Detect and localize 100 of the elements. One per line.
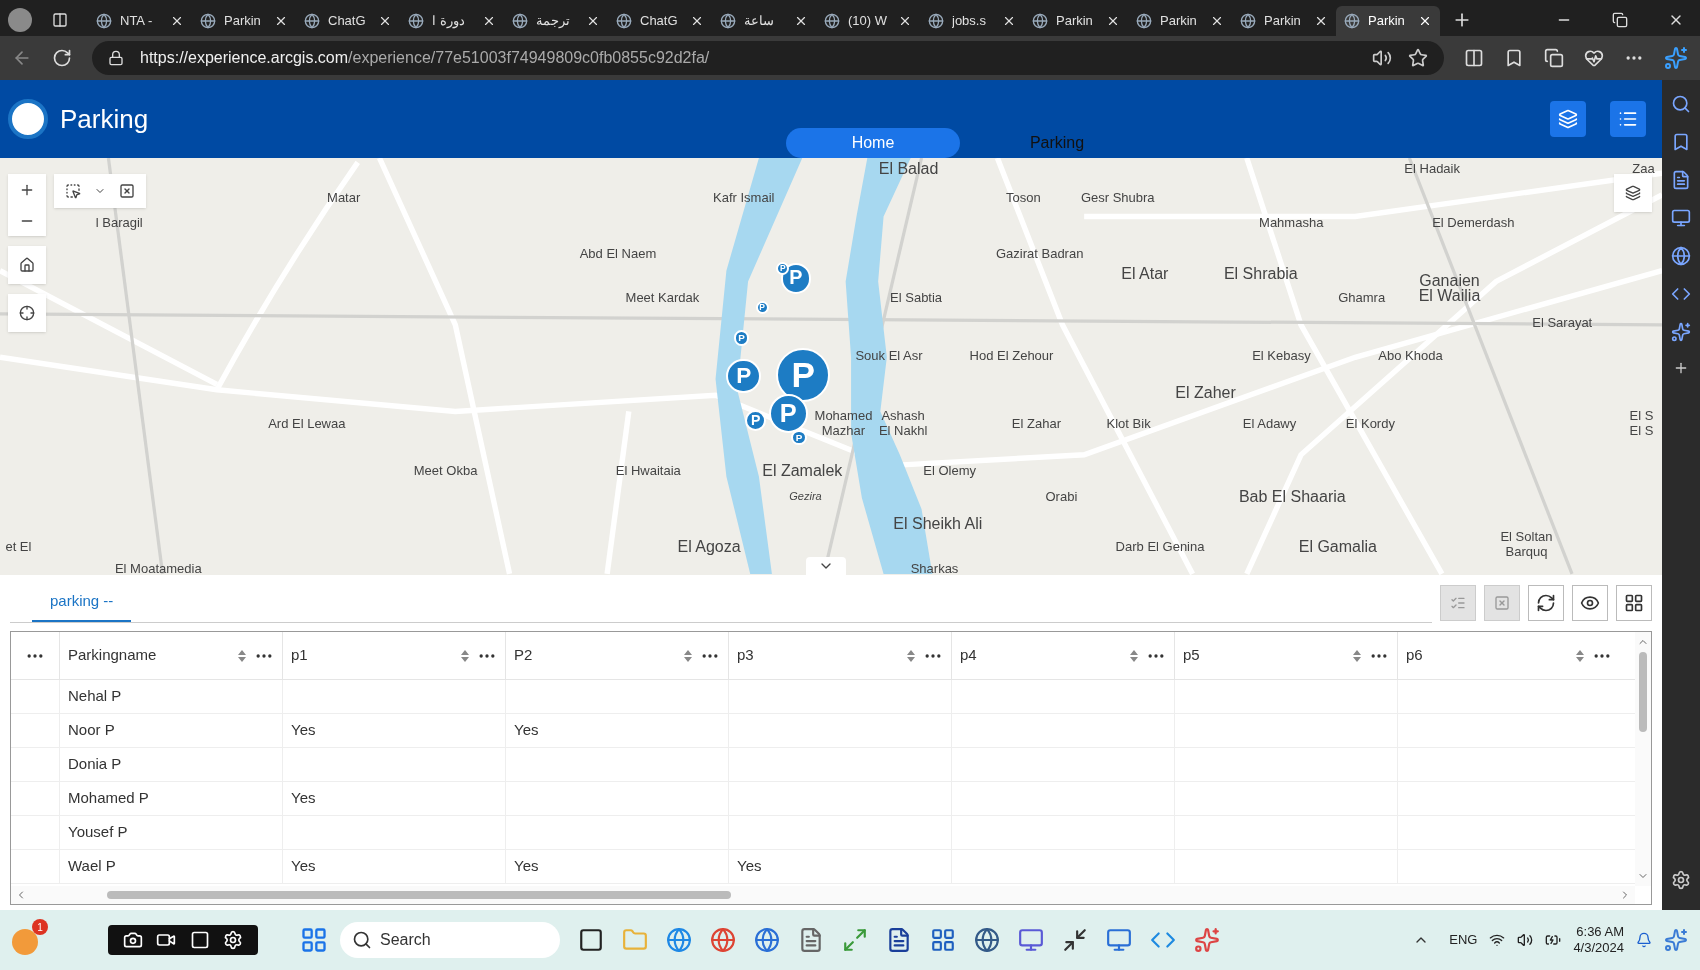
settings-icon[interactable] (1671, 870, 1691, 890)
layers-button[interactable] (1550, 101, 1586, 137)
parking-marker[interactable]: P (776, 262, 790, 276)
add-icon[interactable] (1673, 360, 1689, 376)
read-aloud-icon[interactable] (1372, 48, 1392, 68)
sort-icon[interactable] (1130, 649, 1138, 662)
address-bar[interactable]: https://experience.arcgis.com/experience/77e51003f74949809c0fb0855c92d2fa/ (92, 41, 1444, 75)
browser-tab[interactable]: Parkin (1336, 6, 1440, 36)
locate-button[interactable] (8, 294, 46, 332)
nav-tab[interactable]: Home (786, 128, 960, 158)
toolbar-button[interactable] (1616, 585, 1652, 621)
map-label: El Gamalia (1298, 538, 1377, 554)
browser-tab[interactable]: jobs.s (920, 6, 1024, 36)
column-header[interactable]: p3 (737, 644, 899, 667)
browser-tab[interactable]: (10) W (816, 6, 920, 36)
browser-tab[interactable]: NTA - (88, 6, 192, 36)
sidebar-icon[interactable] (1671, 208, 1691, 228)
tab-actions-icon[interactable] (52, 12, 68, 28)
column-header[interactable]: p5 (1183, 644, 1345, 667)
browser-tab[interactable]: دورة ا (400, 6, 504, 36)
close-icon[interactable] (378, 14, 392, 28)
app-icon[interactable] (886, 927, 912, 953)
scrollbar-thumb[interactable] (1639, 652, 1647, 732)
close-icon[interactable] (794, 14, 808, 28)
health-icon[interactable] (1584, 48, 1604, 68)
split-screen-icon[interactable] (1464, 48, 1484, 68)
collections-icon[interactable] (1544, 48, 1564, 68)
volume-icon[interactable] (1517, 932, 1534, 948)
close-icon[interactable] (690, 14, 704, 28)
toolbar-button[interactable] (1528, 585, 1564, 621)
browser-tab[interactable]: ساعة (712, 6, 816, 36)
wifi-icon[interactable] (1489, 932, 1506, 948)
sort-icon[interactable] (461, 649, 469, 662)
column-header[interactable]: Parkingname (68, 644, 230, 667)
column-header[interactable]: p6 (1406, 644, 1568, 667)
favorites-icon[interactable] (1504, 48, 1524, 68)
browser-tab[interactable]: Parkin (192, 6, 296, 36)
column-header[interactable]: p4 (960, 644, 1122, 667)
close-icon[interactable] (482, 14, 496, 28)
close-icon[interactable] (1002, 14, 1016, 28)
battery-icon[interactable] (1545, 932, 1562, 948)
browser-tab[interactable]: ChatG (296, 6, 400, 36)
vertical-scrollbar[interactable] (1635, 632, 1651, 886)
browser-tab[interactable]: Parkin (1128, 6, 1232, 36)
refresh-icon (1536, 593, 1556, 613)
sort-icon[interactable] (1353, 649, 1361, 662)
close-icon[interactable] (898, 14, 912, 28)
clear-selection-icon[interactable] (119, 183, 136, 199)
sidebar-icon[interactable] (1671, 246, 1691, 266)
close-icon[interactable] (1106, 14, 1120, 28)
sidebar-icon[interactable] (1671, 322, 1691, 342)
copilot-icon[interactable] (1664, 46, 1688, 70)
refresh-icon[interactable] (52, 48, 72, 68)
close-icon[interactable] (1418, 14, 1432, 28)
horizontal-scrollbar[interactable] (11, 886, 1635, 904)
parking-marker[interactable]: P (776, 347, 831, 402)
app-icon[interactable] (974, 927, 1000, 953)
start-icon[interactable] (300, 926, 328, 954)
favorite-icon[interactable] (1408, 48, 1428, 68)
close-icon[interactable] (274, 14, 288, 28)
close-icon[interactable] (586, 14, 600, 28)
sort-icon[interactable] (907, 649, 915, 662)
parking-marker[interactable]: P (791, 430, 807, 446)
search-field[interactable]: Search (340, 922, 560, 958)
parking-marker[interactable]: P (768, 394, 808, 434)
toolbar-button[interactable] (1572, 585, 1608, 621)
layers-button[interactable] (1614, 174, 1652, 212)
sort-icon[interactable] (238, 649, 246, 662)
browser-tab[interactable]: ChatG (608, 6, 712, 36)
layer-tab[interactable]: parking -- (32, 589, 132, 622)
bell-icon[interactable] (1636, 932, 1652, 948)
close-icon[interactable] (1314, 14, 1328, 28)
copilot-icon[interactable] (1664, 928, 1688, 952)
sidebar-icon[interactable] (1671, 170, 1691, 190)
browser-tab[interactable]: ترجمة (504, 6, 608, 36)
app-icon[interactable] (1062, 927, 1088, 953)
restore-icon[interactable] (1612, 12, 1628, 28)
sort-icon[interactable] (1576, 649, 1584, 662)
browser-tab[interactable]: Parkin (1232, 6, 1336, 36)
sort-icon[interactable] (684, 649, 692, 662)
home-button[interactable] (8, 246, 46, 284)
column-header[interactable]: P2 (514, 644, 676, 667)
parking-marker[interactable]: P (755, 301, 769, 315)
app-icon[interactable] (578, 927, 604, 953)
table-cell-text: Nehal P (68, 686, 122, 707)
browser-tab[interactable]: Parkin (1024, 6, 1128, 36)
window-icon[interactable] (189, 930, 210, 950)
profile-avatar[interactable] (8, 8, 32, 32)
select-icon[interactable] (64, 183, 81, 199)
close-icon[interactable] (1210, 14, 1224, 28)
scrollbar-thumb[interactable] (107, 891, 731, 899)
close-icon[interactable] (170, 14, 184, 28)
column-header[interactable]: p1 (291, 644, 453, 667)
list-button[interactable] (1610, 101, 1646, 137)
camera-icon[interactable] (122, 930, 143, 950)
sidebar-icon[interactable] (1671, 94, 1691, 114)
clock[interactable]: 6:36 AM 4/3/2024 (1573, 923, 1624, 957)
settings-icon[interactable] (223, 930, 244, 950)
sidebar-icon[interactable] (1671, 132, 1691, 152)
language-indicator[interactable]: ENG (1449, 930, 1478, 950)
